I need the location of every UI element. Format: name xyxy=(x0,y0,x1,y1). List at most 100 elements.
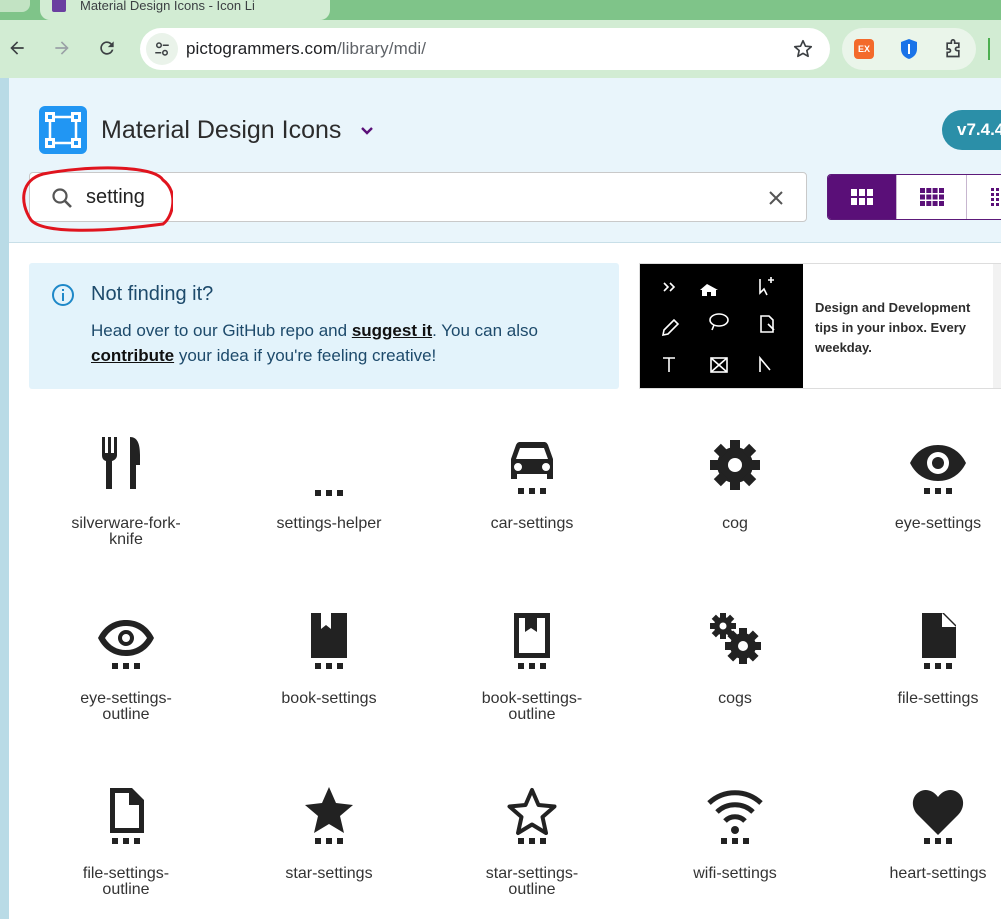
icon-name: star-settings xyxy=(285,865,373,882)
newsletter-ad[interactable]: Design and Development tips in your inbo… xyxy=(639,263,1001,389)
arrow-right-icon xyxy=(55,41,69,55)
file-settings-icon xyxy=(922,613,956,658)
icon-tile[interactable]: star-settings-outline xyxy=(435,778,629,919)
eye-settings-icon xyxy=(910,445,966,481)
settings-dots xyxy=(518,488,546,494)
view-small-button[interactable] xyxy=(968,175,1001,219)
icon-name: heart-settings xyxy=(889,865,987,882)
ad-text: Design and Development tips in your inbo… xyxy=(815,300,971,355)
icon-name: book-settings-outline xyxy=(481,690,583,723)
contribute-link[interactable]: contribute xyxy=(91,346,174,365)
password-manager-button[interactable] xyxy=(898,38,920,60)
address-bar[interactable]: pictogrammers.com/library/mdi/ xyxy=(140,28,830,70)
icon-search-box xyxy=(29,172,807,222)
icon-name: eye-settings-outline xyxy=(80,690,172,723)
star-settings-icon xyxy=(305,787,353,833)
notice-title: Not finding it? xyxy=(91,283,214,305)
icon-tile[interactable]: cogs xyxy=(638,603,832,773)
icon-name: eye-settings xyxy=(894,515,982,532)
view-medium-button[interactable] xyxy=(898,175,967,219)
forward-button[interactable] xyxy=(50,36,74,60)
icon-name: book-settings xyxy=(281,690,377,707)
library-title[interactable]: Material Design Icons xyxy=(101,116,341,145)
close-icon[interactable] xyxy=(764,186,788,210)
notice-text-part2: . You can also xyxy=(432,321,538,340)
info-icon xyxy=(52,284,74,306)
grid-small-icon xyxy=(990,188,1001,206)
search-icon xyxy=(52,188,72,208)
mdi-logo[interactable] xyxy=(39,106,87,154)
icon-tile[interactable]: book-settings-outline xyxy=(435,603,629,773)
web-page: Material Design Icons v7.4.47 Not findin… xyxy=(9,78,1001,919)
wifi-settings-icon xyxy=(707,790,763,834)
settings-dots xyxy=(924,838,952,844)
cogs-icon xyxy=(710,613,761,664)
site-info-button[interactable] xyxy=(146,33,178,65)
ex-extension-button[interactable]: EX xyxy=(853,38,875,60)
version-badge[interactable]: v7.4.47 xyxy=(942,110,1001,150)
view-large-button[interactable] xyxy=(828,175,897,219)
icon-tile[interactable]: eye-settings-outline xyxy=(29,603,223,773)
settings-dots xyxy=(112,838,140,844)
extensions-menu-button[interactable] xyxy=(942,38,964,60)
icon-name: file-settings xyxy=(897,690,979,707)
puzzle-icon xyxy=(946,39,960,58)
grid-medium-icon xyxy=(920,188,944,206)
silverware-fork-knife-icon xyxy=(102,437,140,489)
icon-tile[interactable]: file-settings xyxy=(841,603,1001,773)
icon-tile[interactable]: silverware-fork-knife xyxy=(29,428,223,598)
extensions-area: EX xyxy=(842,28,976,70)
bookmark-star-icon[interactable] xyxy=(792,38,814,60)
icon-name: cogs xyxy=(718,690,752,707)
icon-tile[interactable]: cog xyxy=(638,428,832,598)
reload-button[interactable] xyxy=(95,36,119,60)
notice-text: Head over to our GitHub repo and suggest… xyxy=(91,318,611,368)
back-button[interactable] xyxy=(5,36,29,60)
icon-tile[interactable]: heart-settings xyxy=(841,778,1001,919)
file-settings-outline-icon xyxy=(110,788,144,833)
icon-tile[interactable]: star-settings xyxy=(232,778,426,919)
not-finding-it-notice: Not finding it? Head over to our GitHub … xyxy=(29,263,619,389)
star-settings-outline-icon xyxy=(507,788,557,835)
tab-strip: Material Design Icons - Icon Li xyxy=(0,0,1001,20)
settings-helper-icon xyxy=(315,490,343,496)
url-path: /library/mdi/ xyxy=(336,39,427,58)
settings-dots xyxy=(315,838,343,844)
settings-dots xyxy=(315,663,343,669)
car-settings-icon xyxy=(511,442,553,479)
icon-name: file-settings-outline xyxy=(82,865,170,898)
ex-extension-icon: EX xyxy=(854,39,874,59)
icon-tile[interactable]: wifi-settings xyxy=(638,778,832,919)
toolbar-divider xyxy=(988,38,990,60)
grid-large-icon xyxy=(851,189,873,205)
cog-icon xyxy=(710,440,760,490)
library-header: Material Design Icons v7.4.47 xyxy=(9,78,1001,243)
tab-material-design-icons[interactable]: Material Design Icons - Icon Li xyxy=(40,0,330,20)
arrow-left-icon xyxy=(10,41,24,55)
settings-dots xyxy=(721,838,749,844)
icon-tile[interactable]: car-settings xyxy=(435,428,629,598)
tab-title: Material Design Icons - Icon Li xyxy=(80,0,255,13)
notice-text-part1: Head over to our GitHub repo and xyxy=(91,321,352,340)
icon-tile[interactable]: file-settings-outline xyxy=(29,778,223,919)
settings-dots xyxy=(518,663,546,669)
tab-previous[interactable] xyxy=(0,0,30,12)
url-host: pictogrammers.com xyxy=(186,39,337,58)
icon-name: star-settings-outline xyxy=(485,865,579,898)
book-settings-outline-icon xyxy=(514,613,550,658)
settings-dots xyxy=(518,838,546,844)
icon-tile[interactable]: book-settings xyxy=(232,603,426,773)
tune-icon xyxy=(155,42,169,56)
eye-settings-outline-icon xyxy=(98,620,154,656)
shield-icon xyxy=(901,39,917,59)
chevron-down-icon[interactable] xyxy=(359,123,375,139)
suggest-it-link[interactable]: suggest it xyxy=(352,321,432,340)
settings-dots xyxy=(112,663,140,669)
icon-tile[interactable]: eye-settings xyxy=(841,428,1001,598)
url-text[interactable]: pictogrammers.com/library/mdi/ xyxy=(186,39,426,59)
icon-name: wifi-settings xyxy=(693,865,777,882)
favicon-icon xyxy=(52,0,66,12)
search-input[interactable] xyxy=(86,183,726,211)
icon-tile[interactable]: settings-helper xyxy=(232,428,426,598)
settings-dots xyxy=(924,663,952,669)
